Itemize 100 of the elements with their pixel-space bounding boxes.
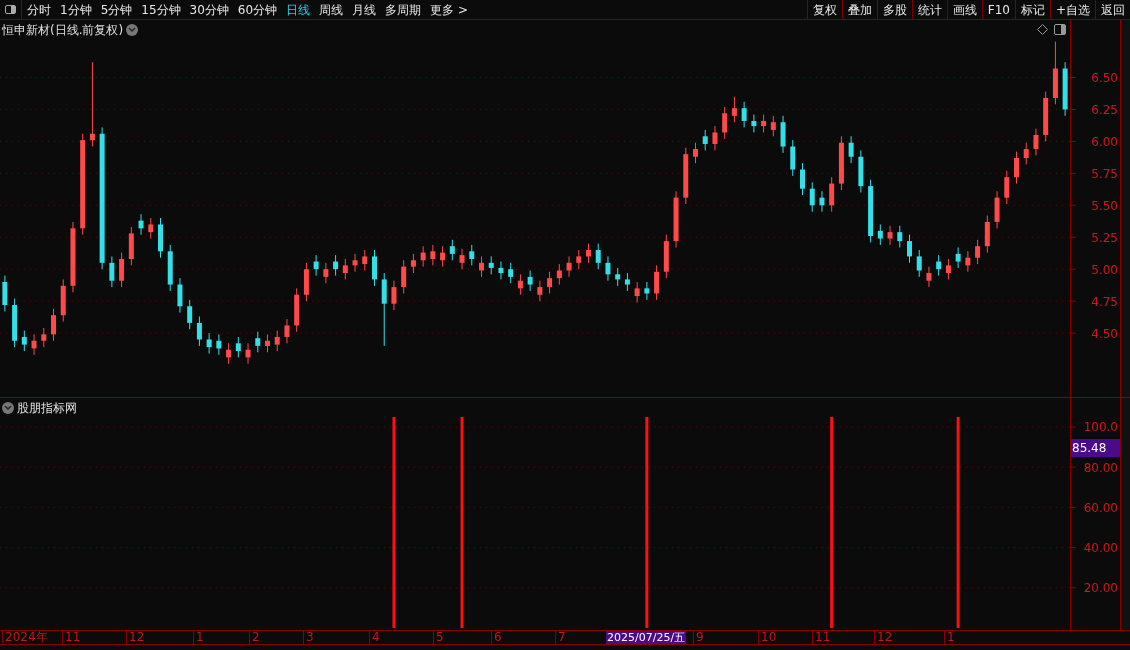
candlestick — [2, 275, 8, 312]
toolbar-button[interactable]: 返回 — [1095, 0, 1130, 19]
candlestick — [41, 327, 47, 348]
period-tab[interactable]: 15分钟 — [141, 0, 181, 19]
candlestick — [566, 255, 572, 278]
candlestick — [722, 106, 728, 140]
toolbar-button[interactable]: 标记 — [1014, 0, 1050, 19]
candlestick — [741, 101, 747, 128]
candlestick — [547, 271, 553, 294]
time-axis-label: 6 — [491, 631, 502, 644]
candlestick — [138, 213, 144, 236]
period-tab[interactable]: 月线 — [352, 0, 377, 19]
candlestick — [916, 249, 922, 278]
candlestick — [508, 262, 514, 284]
candlestick — [333, 254, 339, 277]
period-tab[interactable]: 60分钟 — [237, 0, 278, 19]
price-tick-label: 5.00 — [1091, 262, 1118, 277]
candlestick — [420, 245, 426, 268]
candlestick — [877, 223, 883, 246]
price-tick-label: 4.75 — [1091, 294, 1118, 309]
price-tick-label: 6.00 — [1091, 134, 1118, 149]
candlestick — [517, 273, 523, 296]
candlestick — [216, 333, 222, 356]
panel-toggle-icon[interactable] — [1054, 24, 1066, 35]
toolbar-button[interactable]: F10 — [981, 0, 1015, 19]
time-axis-label: 11 — [812, 631, 831, 644]
candlestick — [284, 318, 290, 344]
candlestick — [51, 308, 56, 342]
candlestick — [323, 262, 329, 284]
time-axis-label: 7 — [555, 631, 566, 644]
candlestick — [187, 299, 193, 330]
candlestick — [712, 125, 718, 151]
toolbar-button[interactable]: 多股 — [876, 0, 912, 19]
candlestick — [430, 244, 436, 266]
candlestick — [1023, 142, 1029, 165]
toolbar-button[interactable]: 画线 — [946, 0, 982, 19]
candlestick — [926, 266, 932, 288]
dropdown-icon[interactable] — [2, 402, 14, 414]
candlestick — [693, 142, 698, 164]
candlestick — [751, 114, 757, 133]
candlestick — [907, 234, 912, 264]
time-axis-label: 5 — [433, 631, 444, 644]
candlestick — [391, 280, 397, 311]
candlestick — [31, 333, 37, 356]
candlestick — [595, 243, 601, 270]
value-tick-label: 60.00 — [1083, 500, 1118, 515]
period-tab[interactable]: 多周期 — [385, 0, 422, 19]
candlestick — [809, 181, 815, 213]
candlestick — [362, 249, 368, 271]
candlestick — [770, 115, 776, 137]
candlestick — [586, 243, 591, 264]
candlestick — [226, 342, 232, 365]
candlestick — [945, 258, 951, 280]
chart-title: 恒申新材(日线.前复权) — [2, 22, 124, 39]
period-tab[interactable]: 1分钟 — [60, 0, 92, 19]
period-tab[interactable]: 分时 — [27, 0, 51, 19]
dropdown-icon[interactable] — [126, 24, 139, 36]
toolbar-button[interactable]: 复权 — [806, 0, 842, 19]
candlestick — [819, 190, 825, 213]
candlestick — [235, 336, 241, 358]
candlestick — [605, 255, 611, 282]
value-tick-label: 40.00 — [1083, 541, 1118, 556]
current-value-label: 85.48 — [1071, 439, 1120, 457]
candlestick — [372, 249, 377, 287]
candlestick — [975, 239, 981, 265]
candlestick — [148, 217, 154, 240]
price-tick-label: 4.50 — [1091, 326, 1118, 341]
candlestick — [313, 254, 319, 277]
candlestick — [790, 139, 796, 177]
time-axis-label: 10 — [758, 631, 777, 644]
value-tick-label: 80.00 — [1083, 460, 1118, 475]
period-tab[interactable]: 日线 — [286, 0, 311, 19]
candlestick — [644, 281, 650, 301]
candlestick — [848, 135, 854, 164]
period-tab[interactable]: 更多 > — [430, 0, 468, 19]
candlestick — [936, 254, 942, 277]
candlestick — [731, 96, 737, 123]
candlestick — [897, 225, 903, 248]
price-tick-label: 6.25 — [1091, 102, 1118, 117]
candlestick — [206, 332, 212, 355]
candlestick — [537, 280, 543, 302]
candlestick — [89, 61, 95, 148]
time-axis-label: 12 — [874, 631, 893, 644]
candlestick — [449, 239, 455, 261]
time-axis-label: 9 — [693, 631, 704, 644]
toolbar-button[interactable]: 统计 — [911, 0, 947, 19]
candlestick — [1004, 170, 1010, 205]
value-tick-label: 100.0 — [1083, 420, 1118, 435]
candlestick — [498, 261, 504, 280]
candlestick — [459, 248, 465, 270]
period-tab[interactable]: 30分钟 — [189, 0, 229, 19]
period-tab[interactable]: 周线 — [319, 0, 344, 19]
diamond-icon[interactable] — [1037, 24, 1048, 35]
price-tick-label: 5.75 — [1091, 166, 1118, 181]
candlestick — [21, 330, 27, 352]
toolbar-button[interactable]: +自选 — [1049, 0, 1095, 19]
candlestick — [1014, 151, 1019, 185]
period-tab[interactable]: 5分钟 — [100, 0, 133, 19]
toolbar-button[interactable]: 叠加 — [841, 0, 877, 19]
candlestick — [469, 244, 475, 266]
